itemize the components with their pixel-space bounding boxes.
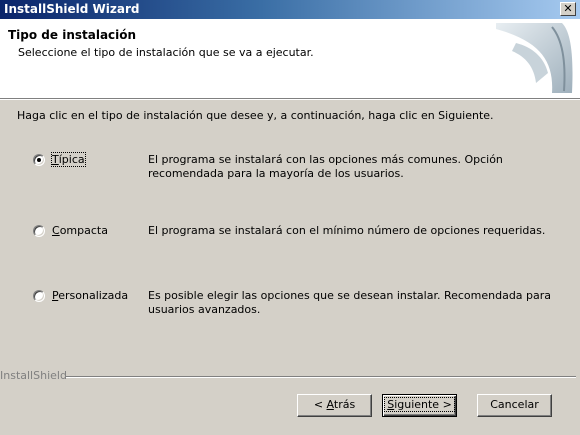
option-label-tipica[interactable]: Típica — [51, 152, 86, 167]
option-description-tipica: El programa se instalará con las opcione… — [148, 153, 503, 180]
option-description-compacta: El programa se instalará con el mínimo n… — [148, 224, 546, 237]
cancel-button[interactable]: Cancelar — [477, 394, 552, 417]
page-subtitle: Seleccione el tipo de instalación que se… — [18, 46, 314, 59]
page-title: Tipo de instalación — [8, 28, 137, 42]
option-personalizada[interactable]: Personalizada Es posible elegir las opci… — [0, 289, 580, 329]
wizard-header: Tipo de instalación Seleccione el tipo d… — [0, 19, 580, 98]
next-button[interactable]: Siguiente > — [382, 394, 457, 417]
radio-tipica[interactable] — [33, 154, 45, 166]
window-title: InstallShield Wizard — [4, 2, 140, 16]
option-compacta[interactable]: Compacta El programa se instalará con el… — [0, 224, 580, 264]
option-label-compacta[interactable]: Compacta — [52, 224, 108, 237]
back-button[interactable]: < Atrás — [297, 394, 372, 417]
close-button[interactable]: ✕ — [560, 2, 576, 16]
radio-selected-dot — [37, 158, 41, 162]
option-tipica[interactable]: Típica El programa se instalará con las … — [0, 152, 580, 193]
radio-personalizada[interactable] — [33, 290, 45, 302]
installshield-header-graphic — [496, 23, 573, 93]
title-bar[interactable]: InstallShield Wizard ✕ — [0, 0, 580, 19]
radio-compacta[interactable] — [33, 225, 45, 237]
option-label-personalizada[interactable]: Personalizada — [52, 289, 128, 302]
option-description-personalizada: Es posible elegir las opciones que se de… — [148, 289, 552, 316]
header-separator-highlight — [0, 99, 580, 100]
close-icon: ✕ — [563, 2, 573, 15]
installshield-brand-label: InstallShield — [0, 369, 67, 382]
footer-separator-highlight — [66, 377, 576, 378]
installshield-wizard-window: InstallShield Wizard ✕ Tipo de instalaci… — [0, 0, 580, 435]
instruction-text: Haga clic en el tipo de instalación que … — [17, 109, 494, 122]
